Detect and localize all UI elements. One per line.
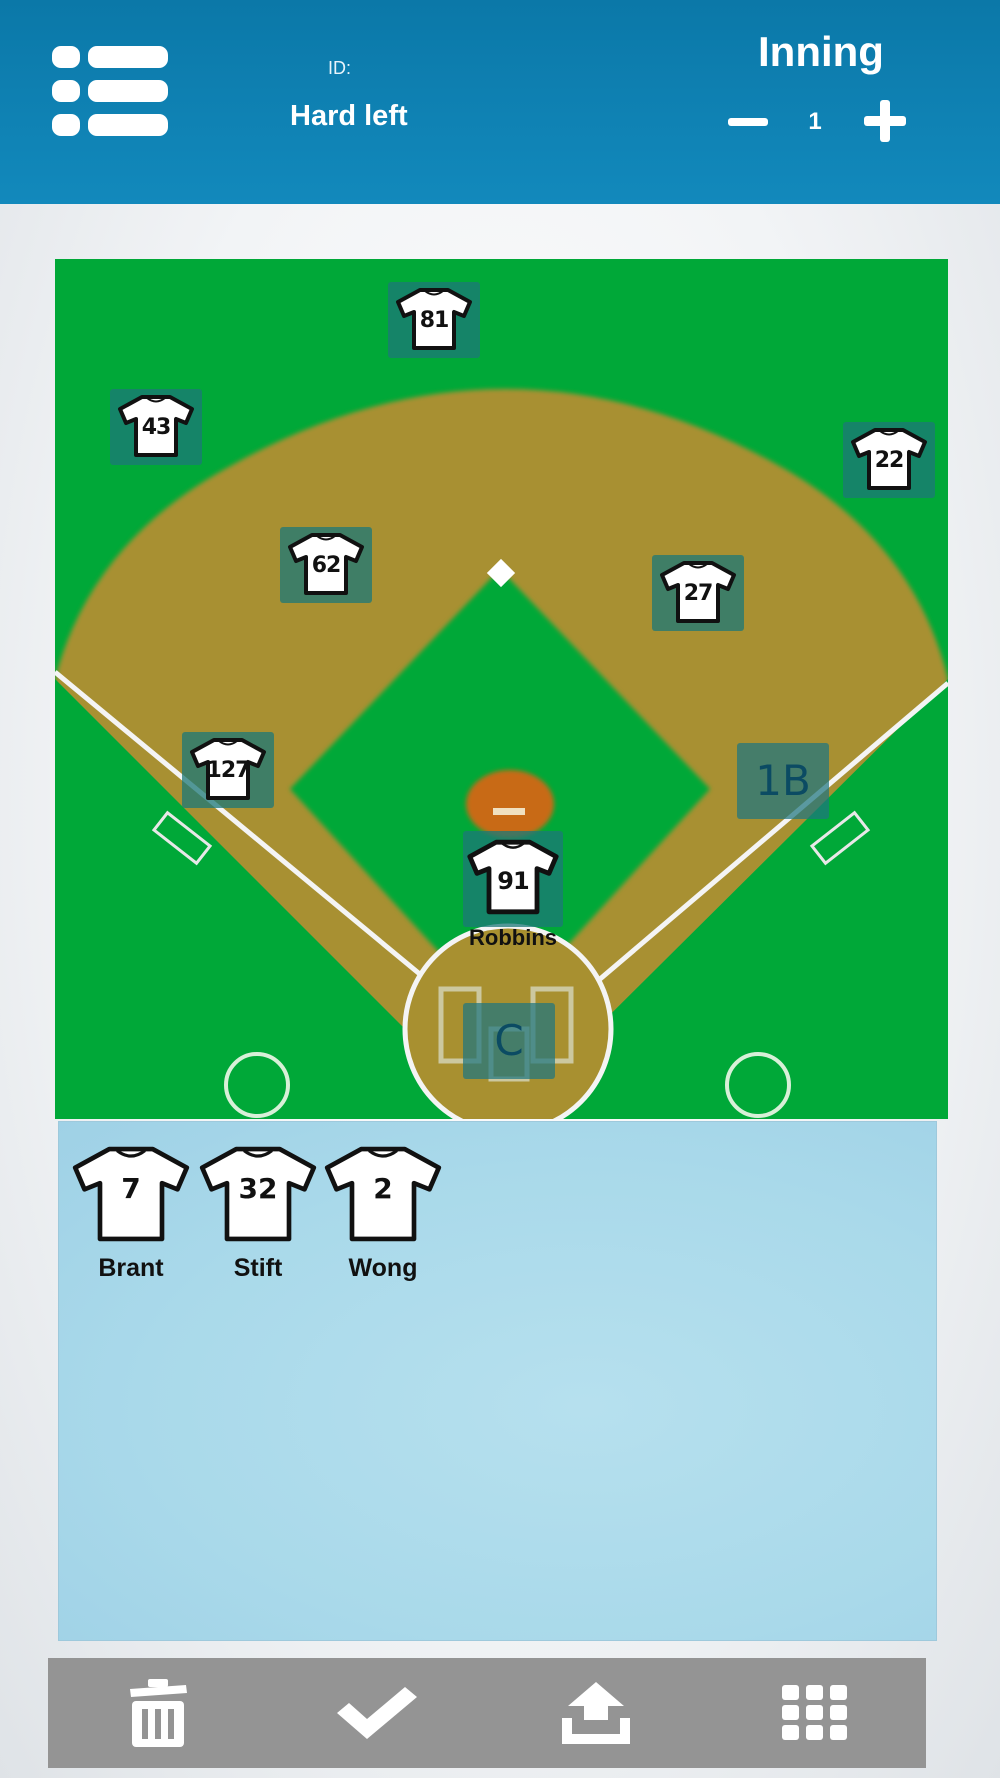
- field-player-127[interactable]: 127: [182, 732, 274, 808]
- jersey-number: 22: [874, 448, 905, 473]
- player-name: Brant: [98, 1254, 164, 1282]
- jersey-number: 27: [683, 581, 714, 606]
- field-player-62[interactable]: 62: [280, 527, 372, 603]
- jersey-number: 62: [311, 553, 342, 578]
- jersey-number: 2: [373, 1172, 393, 1205]
- menu-icon[interactable]: [52, 46, 168, 136]
- id-label: ID:: [328, 58, 352, 78]
- jersey-number: 7: [121, 1172, 141, 1205]
- bench-player-wong[interactable]: 2 Wong: [321, 1142, 445, 1282]
- confirm-button[interactable]: [267, 1658, 486, 1768]
- lineup-id-value[interactable]: Hard left: [290, 100, 408, 133]
- player-name: Robbins: [469, 925, 557, 950]
- field-player-43[interactable]: 43: [110, 389, 202, 465]
- field-player-81[interactable]: 81: [388, 282, 480, 358]
- jersey-number: 81: [419, 308, 450, 333]
- bottom-toolbar: [48, 1658, 926, 1768]
- field-player-91[interactable]: 91 Robbins: [463, 831, 563, 950]
- inning-label: Inning: [758, 28, 884, 75]
- grid-button[interactable]: [705, 1658, 924, 1768]
- plus-icon[interactable]: [862, 98, 908, 144]
- player-name: Wong: [348, 1254, 418, 1282]
- position-1b[interactable]: 1B: [737, 743, 829, 819]
- jersey-number: 91: [497, 867, 529, 895]
- jersey-number: 127: [206, 758, 251, 783]
- upload-icon: [561, 1682, 630, 1744]
- player-name: Stift: [233, 1254, 283, 1282]
- share-button[interactable]: [486, 1658, 705, 1768]
- trash-icon: [129, 1679, 187, 1747]
- bench-player-stift[interactable]: 32 Stift: [196, 1142, 320, 1282]
- position-c[interactable]: C: [463, 1003, 555, 1079]
- inning-value: 1: [808, 108, 822, 135]
- minus-icon[interactable]: [726, 100, 770, 144]
- jersey-number: 32: [238, 1172, 278, 1205]
- delete-button[interactable]: [48, 1658, 267, 1768]
- header-bar: ID: Hard left Inning 1: [0, 0, 1000, 204]
- bench-player-brant[interactable]: 7 Brant: [69, 1142, 193, 1282]
- bench-area: 7 Brant 32 Stift 2 Wong: [58, 1121, 937, 1641]
- jersey-number: 43: [141, 415, 172, 440]
- field-diagram: [55, 259, 948, 1119]
- field-player-22[interactable]: 22: [843, 422, 935, 498]
- field-player-27[interactable]: 27: [652, 555, 744, 631]
- grid-icon: [781, 1685, 847, 1740]
- baseball-field: 81 43 22 62 27 127 91 Robbins 1B C: [55, 259, 948, 1119]
- check-icon: [336, 1687, 417, 1739]
